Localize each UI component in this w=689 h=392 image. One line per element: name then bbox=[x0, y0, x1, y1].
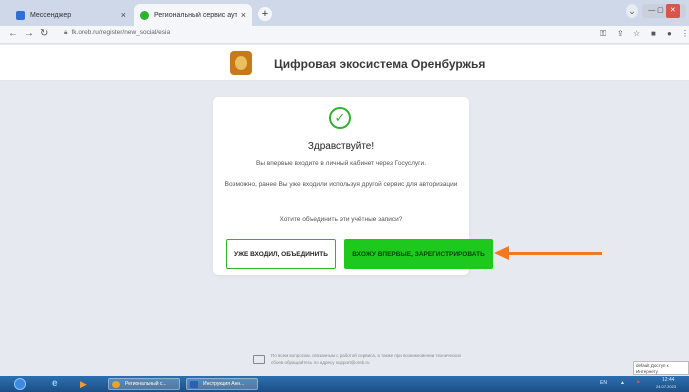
site-favicon-icon bbox=[140, 10, 149, 20]
language-indicator[interactable]: EN bbox=[600, 380, 607, 386]
share-icon[interactable]: ⇪ bbox=[617, 29, 624, 38]
windows-taskbar: e ▶ Региональный с... Инструкция Анн... … bbox=[0, 376, 689, 392]
window-close-icon[interactable]: ✕ bbox=[665, 4, 680, 18]
reload-icon[interactable]: ↻ bbox=[40, 28, 48, 39]
bookmark-star-icon[interactable]: ☆ bbox=[633, 29, 640, 38]
messenger-icon bbox=[16, 10, 25, 20]
taskbar-app-label: Инструкция Анн... bbox=[203, 381, 245, 387]
tab-search-icon[interactable]: ⌄ bbox=[626, 4, 638, 18]
greeting-heading: Здравствуйте! bbox=[307, 141, 375, 152]
url-text: fk.oreb.ru/register/new_social/esia bbox=[71, 29, 171, 36]
orange-arrow-line bbox=[508, 252, 602, 255]
check-circle-icon: ✓ bbox=[329, 107, 351, 129]
orenburg-emblem-logo bbox=[230, 51, 252, 75]
start-button[interactable] bbox=[14, 378, 26, 390]
browser-tab-strip: Мессенджер × Региональный сервис аутенти… bbox=[0, 0, 689, 26]
profile-icon[interactable]: ● bbox=[667, 29, 672, 38]
address-bar[interactable]: 🔒︎ fk.oreb.ru/register/new_social/esia bbox=[64, 29, 170, 37]
word-icon bbox=[190, 381, 198, 388]
taskbar-app-chrome[interactable]: Региональный с... bbox=[108, 378, 180, 390]
clock-date[interactable]: 24.07.2023 bbox=[656, 384, 676, 389]
window-controls[interactable]: — ▢ ✕ bbox=[642, 4, 686, 18]
merge-accounts-button[interactable]: Уже входил, объединить bbox=[226, 239, 336, 269]
network-tooltip: default Доступ к Интернету bbox=[633, 361, 689, 375]
back-icon[interactable]: ← bbox=[8, 28, 18, 39]
first-login-text: Вы впервые входите в личный кабинет чере… bbox=[255, 160, 426, 167]
register-new-button[interactable]: Вхожу впервые, зарегистрировать bbox=[344, 239, 493, 269]
tab-messenger[interactable]: Мессенджер × bbox=[10, 4, 132, 26]
merge-question: Хотите объединить эти учётные записи? bbox=[279, 216, 403, 223]
extensions-icon[interactable]: ■ bbox=[651, 29, 656, 38]
previous-login-text: Возможно, ранее Вы уже входили используя… bbox=[224, 181, 458, 188]
tab-title: Мессенджер bbox=[30, 11, 72, 19]
support-note: По всем вопросам, связанным с работой се… bbox=[271, 353, 461, 365]
lock-icon: 🔒︎ bbox=[64, 29, 68, 36]
browser-toolbar: ← → ↻ 🔒︎ fk.oreb.ru/register/new_social/e… bbox=[0, 26, 689, 44]
close-tab-icon[interactable]: × bbox=[121, 10, 126, 20]
support-footer: По всем вопросам, связанным с работой се… bbox=[253, 353, 473, 367]
tab-title: Региональный сервис аутентиф... bbox=[154, 11, 237, 19]
flag-tray-icon[interactable]: ⚑ bbox=[636, 380, 640, 386]
forward-icon[interactable]: → bbox=[24, 28, 34, 39]
taskbar-app-label: Региональный с... bbox=[125, 381, 167, 387]
mail-icon bbox=[253, 355, 265, 364]
chrome-icon bbox=[112, 381, 120, 388]
network-tray-icon[interactable]: ▲ bbox=[620, 380, 625, 386]
orange-arrow-head bbox=[494, 246, 509, 260]
new-tab-button[interactable]: + bbox=[258, 7, 272, 21]
media-player-icon[interactable]: ▶ bbox=[80, 378, 90, 390]
taskbar-app-word[interactable]: Инструкция Анн... bbox=[186, 378, 258, 390]
close-tab-icon[interactable]: × bbox=[241, 10, 246, 20]
menu-icon[interactable]: ⋮ bbox=[681, 29, 689, 38]
tab-auth-service[interactable]: Региональный сервис аутентиф... × bbox=[134, 4, 252, 26]
key-icon[interactable]: ⚿ bbox=[600, 29, 606, 39]
site-header: Цифровая экосистема Оренбуржья bbox=[0, 45, 689, 81]
clock-time[interactable]: 12:44 bbox=[662, 377, 675, 383]
site-brand-title: Цифровая экосистема Оренбуржья bbox=[274, 57, 486, 71]
internet-explorer-icon[interactable]: e bbox=[52, 378, 62, 390]
